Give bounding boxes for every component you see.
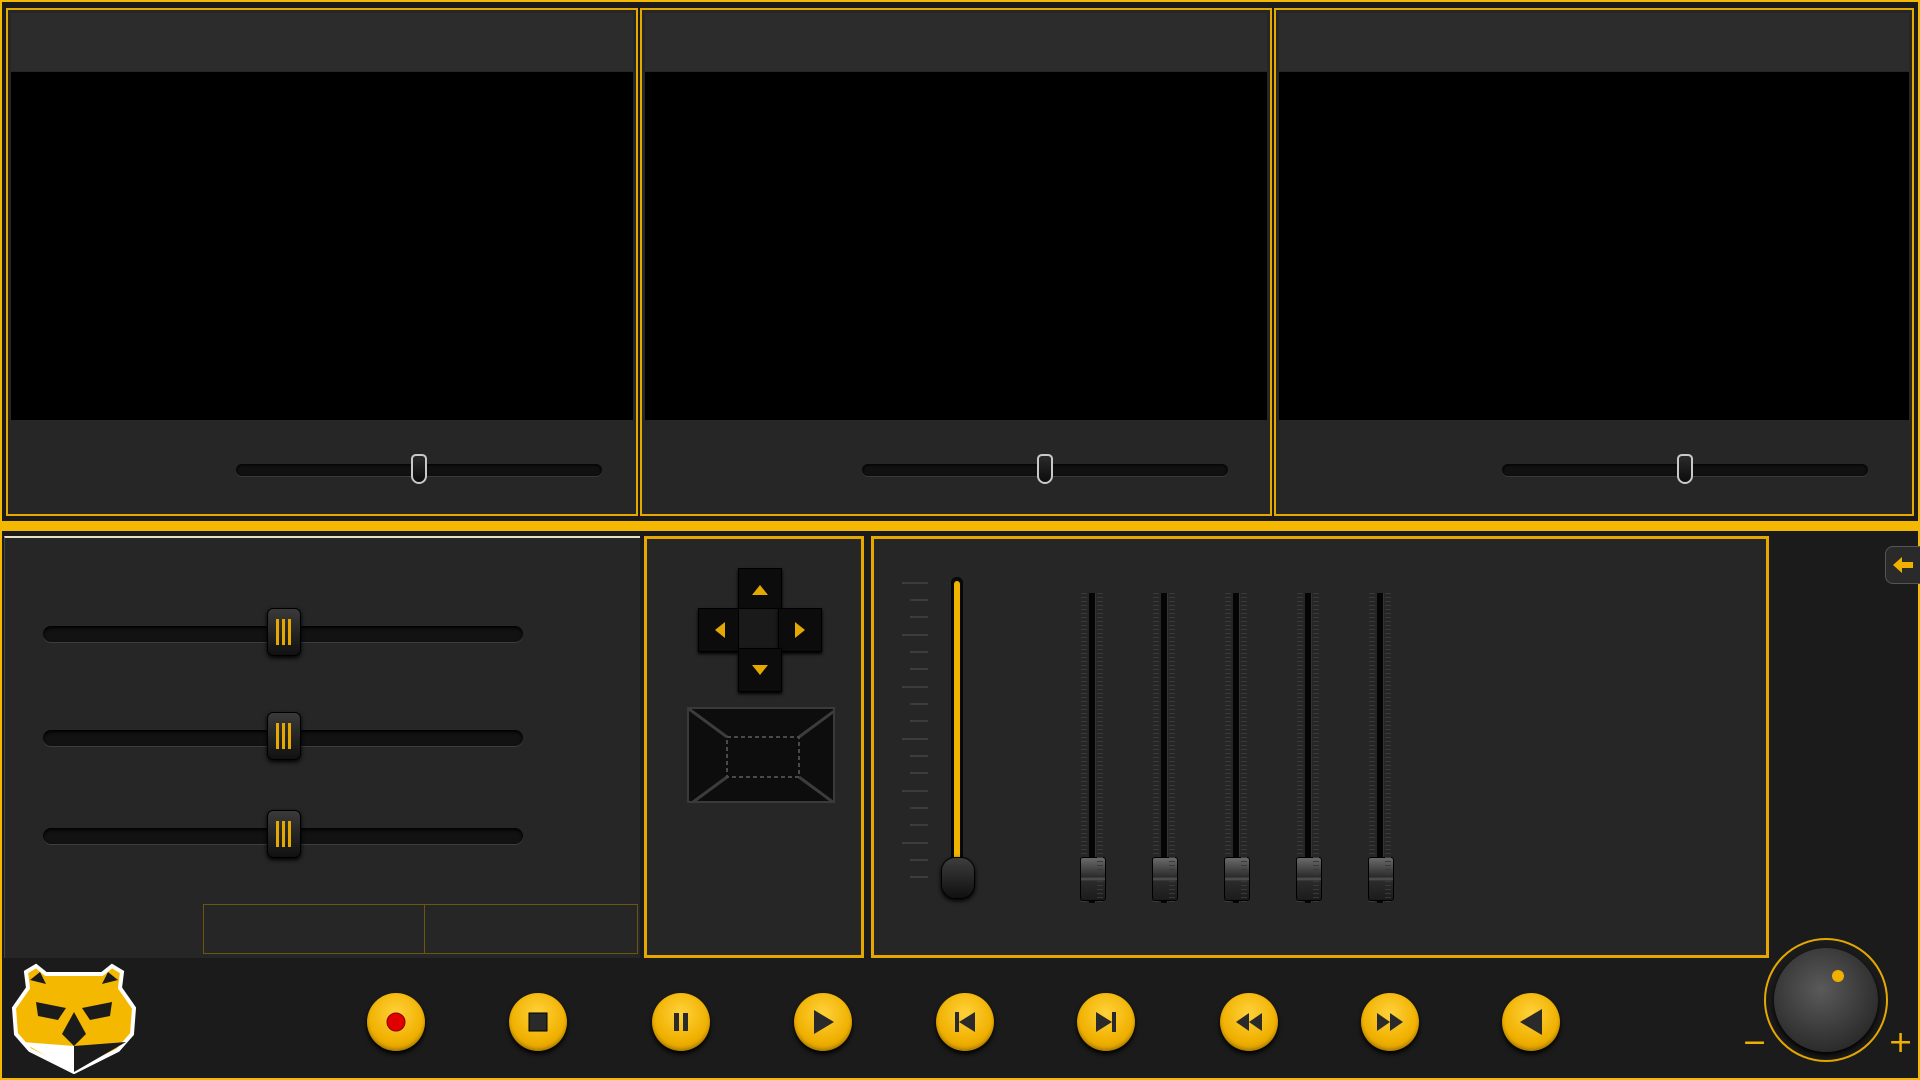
- rewind-icon: [1236, 1013, 1262, 1031]
- channel-fader-3[interactable]: [1224, 593, 1250, 903]
- fader-thumb[interactable]: [1224, 857, 1250, 901]
- video-screen[interactable]: [1279, 72, 1909, 420]
- back-button[interactable]: [1502, 993, 1560, 1051]
- adjust-slider-3[interactable]: [43, 810, 523, 858]
- record-button[interactable]: [367, 993, 425, 1051]
- next-button[interactable]: [1077, 993, 1135, 1051]
- ptz-up-button[interactable]: [738, 568, 782, 612]
- adjust-slider-2[interactable]: [43, 712, 523, 760]
- video-screen[interactable]: [11, 72, 633, 420]
- ptz-center: [738, 608, 782, 652]
- video-titlebar: [1279, 13, 1909, 71]
- adjustment-panel: [4, 536, 640, 958]
- adjust-slider-1[interactable]: [43, 608, 523, 656]
- triangle-left-icon: [1520, 1009, 1542, 1035]
- mixer-panel: [871, 536, 1769, 958]
- collapse-panel-button[interactable]: [1885, 546, 1920, 584]
- pause-icon: [674, 1013, 688, 1031]
- volume-knob-dial[interactable]: [1774, 948, 1878, 1052]
- seek-thumb[interactable]: [411, 454, 427, 484]
- seek-slider[interactable]: [1502, 454, 1868, 484]
- previous-button[interactable]: [936, 993, 994, 1051]
- skip-back-icon: [955, 1012, 975, 1032]
- video-titlebar: [11, 13, 633, 71]
- slider-thumb[interactable]: [267, 712, 301, 760]
- video-panel-2: [640, 8, 1272, 516]
- arrow-left-icon: [1893, 557, 1913, 573]
- pause-button[interactable]: [652, 993, 710, 1051]
- channel-fader-5[interactable]: [1368, 593, 1394, 903]
- tab-2[interactable]: [424, 904, 638, 954]
- slider-thumb[interactable]: [267, 608, 301, 656]
- channel-fader-1[interactable]: [1080, 593, 1106, 903]
- tab-1[interactable]: [203, 904, 425, 954]
- play-icon: [814, 1010, 834, 1034]
- stop-button[interactable]: [509, 993, 567, 1051]
- stop-icon: [528, 1012, 548, 1032]
- ptz-left-button[interactable]: [698, 608, 742, 652]
- ptz-right-button[interactable]: [778, 608, 822, 652]
- skip-forward-icon: [1096, 1012, 1116, 1032]
- video-titlebar: [645, 13, 1267, 71]
- master-fader-thumb[interactable]: [941, 857, 975, 899]
- seek-slider[interactable]: [236, 454, 602, 484]
- seek-thumb[interactable]: [1037, 454, 1053, 484]
- arrow-up-icon: [752, 585, 768, 595]
- ptz-down-button[interactable]: [738, 648, 782, 692]
- fader-thumb[interactable]: [1368, 857, 1394, 901]
- record-icon: [386, 1012, 406, 1032]
- volume-minus-label[interactable]: −: [1742, 1028, 1767, 1058]
- seek-slider[interactable]: [862, 454, 1228, 484]
- fader-thumb[interactable]: [1080, 857, 1106, 901]
- play-button[interactable]: [794, 993, 852, 1051]
- zoom-frame-icon: [689, 709, 833, 801]
- arrow-down-icon: [752, 665, 768, 675]
- arrow-left-icon: [715, 622, 725, 638]
- slider-thumb[interactable]: [267, 810, 301, 858]
- level-scale: [902, 582, 928, 878]
- fast-forward-icon: [1377, 1013, 1403, 1031]
- volume-indicator: [1832, 970, 1844, 982]
- fader-thumb[interactable]: [1296, 857, 1322, 901]
- video-panel-1: [6, 8, 638, 516]
- master-fader[interactable]: [941, 577, 975, 899]
- ptz-panel: [644, 536, 864, 958]
- arrow-right-icon: [795, 622, 805, 638]
- volume-knob[interactable]: [1764, 938, 1888, 1062]
- video-panel-3: [1274, 8, 1914, 516]
- fast-forward-button[interactable]: [1361, 993, 1419, 1051]
- video-screen[interactable]: [645, 72, 1267, 420]
- zoom-frame-button[interactable]: [687, 707, 835, 803]
- channel-fader-2[interactable]: [1152, 593, 1178, 903]
- master-level-fill: [954, 581, 960, 865]
- channel-fader-4[interactable]: [1296, 593, 1322, 903]
- section-divider: [0, 521, 1920, 531]
- fader-thumb[interactable]: [1152, 857, 1178, 901]
- seek-thumb[interactable]: [1677, 454, 1693, 484]
- bear-logo: [11, 963, 137, 1074]
- volume-plus-label[interactable]: +: [1888, 1028, 1913, 1058]
- rewind-button[interactable]: [1220, 993, 1278, 1051]
